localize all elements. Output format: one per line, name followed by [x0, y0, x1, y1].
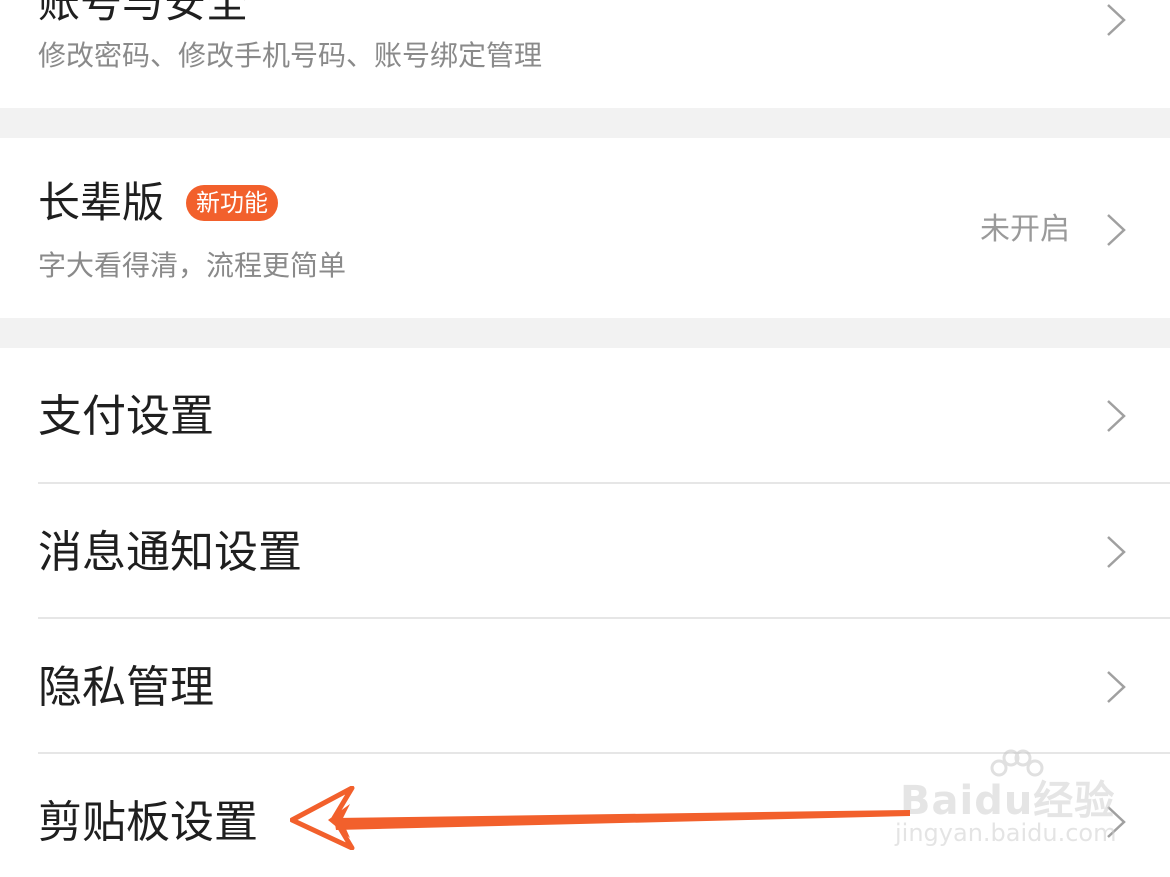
- payment-settings-row[interactable]: 支付设置: [0, 348, 1170, 482]
- elder-mode-title: 长辈版: [38, 178, 165, 227]
- section-gap: [0, 318, 1170, 348]
- section-gap: [0, 108, 1170, 138]
- new-feature-badge: 新功能: [186, 185, 278, 221]
- privacy-management-label: 隐私管理: [38, 662, 214, 713]
- elder-mode-subtitle: 字大看得清，流程更简单: [38, 249, 347, 282]
- chevron-right-icon: [1104, 398, 1128, 434]
- notification-settings-label: 消息通知设置: [38, 527, 302, 578]
- account-security-subtitle: 修改密码、修改手机号码、账号绑定管理: [38, 39, 543, 72]
- elder-mode-status: 未开启: [980, 212, 1070, 247]
- notification-settings-row[interactable]: 消息通知设置: [0, 484, 1170, 618]
- privacy-management-row[interactable]: 隐私管理: [0, 619, 1170, 753]
- chevron-right-icon: [1104, 2, 1128, 38]
- account-security-row[interactable]: 账号与安全 修改密码、修改手机号码、账号绑定管理: [0, 0, 1170, 108]
- clipboard-settings-label: 剪贴板设置: [38, 797, 258, 848]
- payment-settings-label: 支付设置: [38, 391, 214, 442]
- chevron-right-icon: [1104, 669, 1128, 705]
- baidu-watermark: Baidu经验 jingyan.baidu.com: [895, 748, 1116, 858]
- watermark-url: jingyan.baidu.com: [895, 819, 1117, 847]
- account-security-title: 账号与安全: [38, 0, 249, 27]
- annotation-arrow-icon: [290, 786, 910, 850]
- chevron-right-icon: [1104, 212, 1128, 248]
- chevron-right-icon: [1104, 534, 1128, 570]
